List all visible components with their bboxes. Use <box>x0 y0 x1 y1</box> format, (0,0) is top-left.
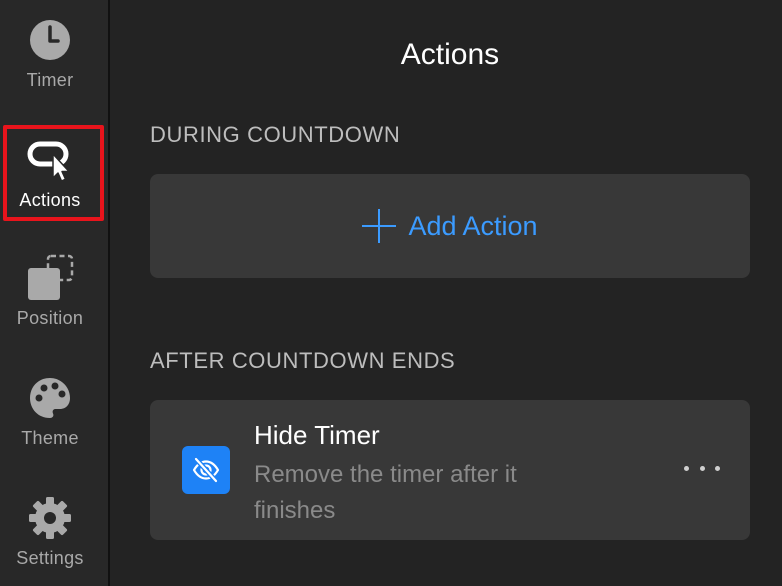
sidebar-item-theme[interactable]: Theme <box>0 374 100 449</box>
action-card-hide-timer[interactable]: Hide Timer Remove the timer after it fin… <box>150 400 750 540</box>
add-action-button[interactable]: Add Action <box>150 174 750 278</box>
palette-icon <box>30 378 70 418</box>
sidebar-item-label: Theme <box>21 428 79 448</box>
gear-icon <box>29 497 71 539</box>
sidebar-item-label: Actions <box>19 190 81 210</box>
sidebar-item-actions[interactable]: Actions <box>0 136 100 211</box>
section-header-after: AFTER COUNTDOWN ENDS <box>150 348 456 373</box>
more-options-button[interactable] <box>684 458 720 478</box>
action-description: Remove the timer after it finishes <box>254 461 517 524</box>
action-title: Hide Timer <box>254 420 380 450</box>
sidebar-item-settings[interactable]: Settings <box>0 494 100 569</box>
page-title: Actions <box>400 38 500 71</box>
position-icon <box>28 254 74 300</box>
dot <box>715 465 720 471</box>
sidebar-item-label: Timer <box>26 70 74 90</box>
sidebar-item-timer[interactable]: Timer <box>0 16 100 91</box>
section-header-during: DURING COUNTDOWN <box>150 122 401 147</box>
dot <box>684 465 689 471</box>
sidebar-item-position[interactable]: Position <box>0 254 100 329</box>
sidebar: Timer Actions Position Theme Settings <box>0 0 108 586</box>
sidebar-item-label: Settings <box>16 548 84 568</box>
action-cursor-icon <box>27 141 70 182</box>
clock-icon <box>30 20 70 60</box>
sidebar-item-label: Position <box>16 308 84 328</box>
plus-icon <box>362 209 397 243</box>
app-window: Timer Actions Position Theme Settings Ac… <box>0 0 782 586</box>
dot <box>699 465 705 471</box>
add-action-label: Add Action <box>408 210 538 241</box>
eye-slash-icon <box>182 446 230 494</box>
main-content: Actions DURING COUNTDOWN Add Action AFTE… <box>110 0 782 586</box>
